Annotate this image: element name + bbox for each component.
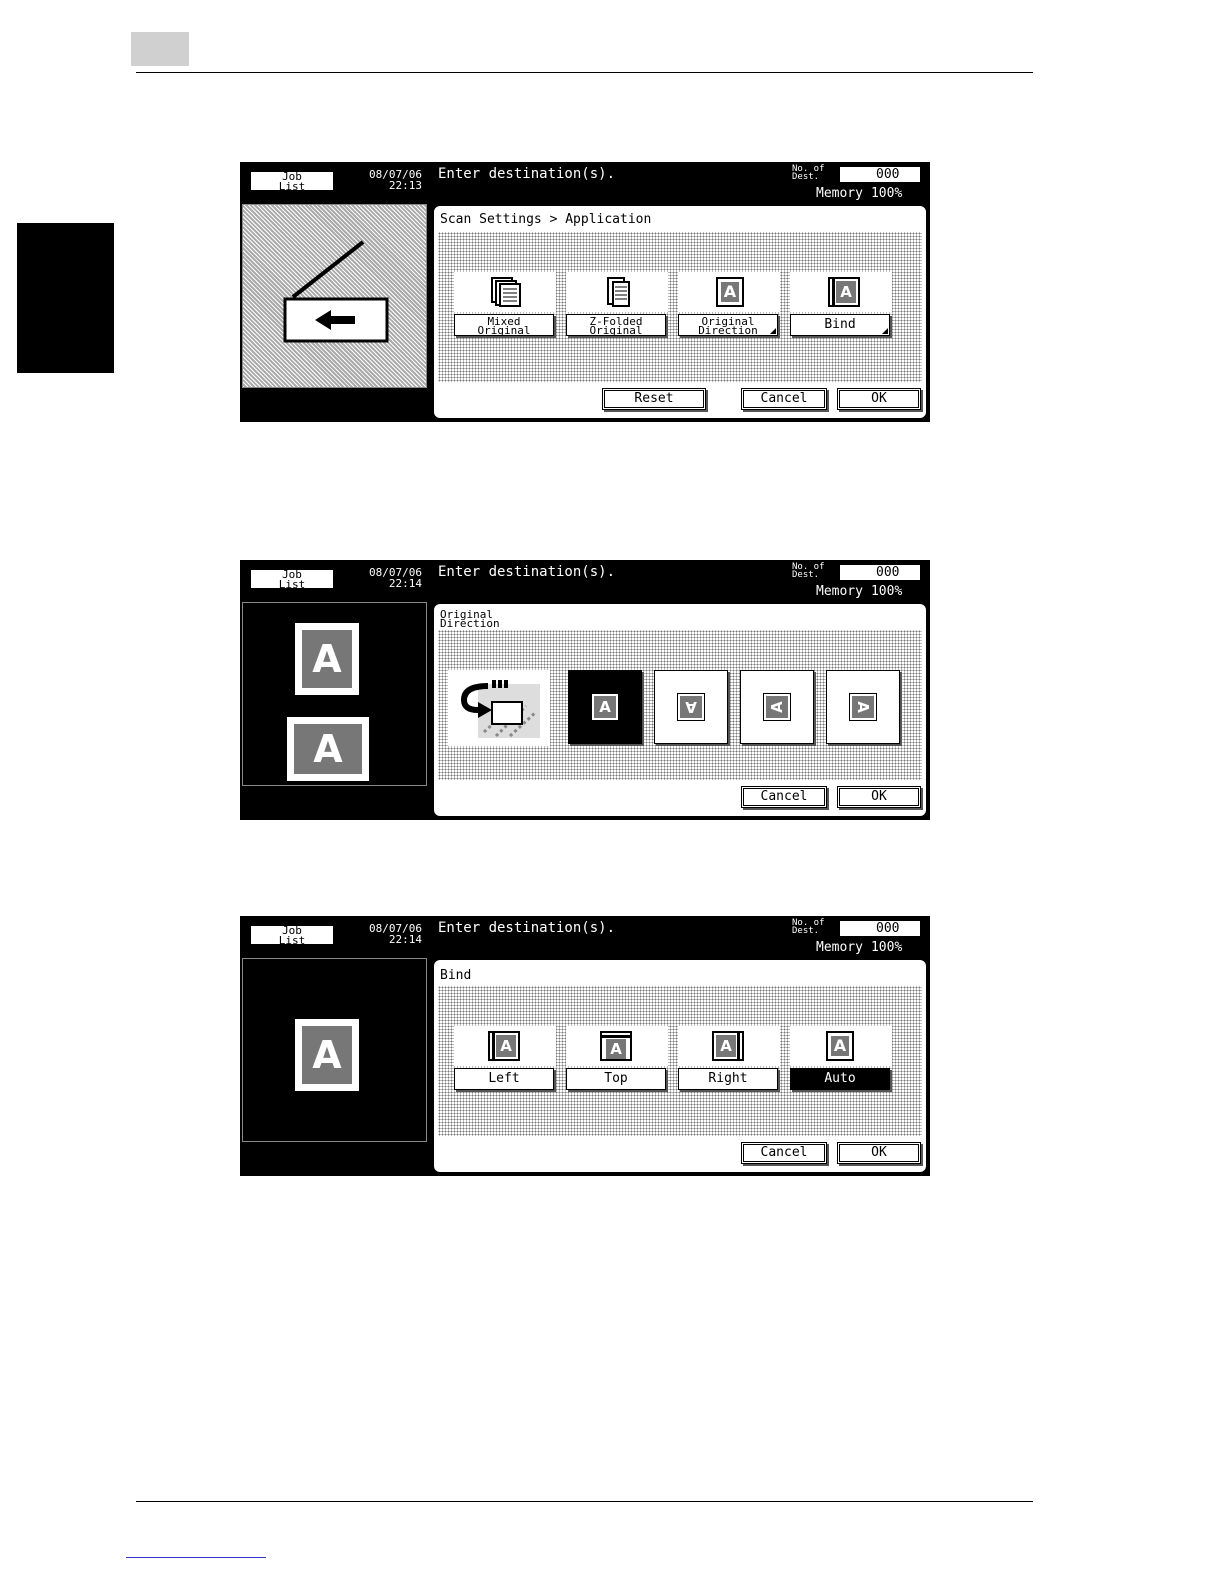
- preview-pane: A A: [242, 602, 427, 786]
- memory-label: Memory: [816, 940, 863, 955]
- footer-rule: [136, 1501, 1033, 1502]
- original-preview-landscape: A: [287, 717, 369, 781]
- direction-top-icon: A: [591, 693, 619, 721]
- placement-guide-icon: [460, 680, 540, 738]
- dest-count-value: 000: [840, 565, 920, 580]
- bind-left-icon: A: [454, 1026, 556, 1066]
- bind-tile[interactable]: A Bind: [790, 272, 892, 338]
- ok-button[interactable]: OK: [837, 786, 921, 808]
- memory-label: Memory: [816, 584, 863, 599]
- screen-bind: Job List 08/07/06 22:14 Enter destinatio…: [240, 916, 930, 1176]
- bind-auto-icon: A: [790, 1026, 892, 1066]
- preview-pane: A: [242, 958, 427, 1142]
- bind-left-tile[interactable]: A Left: [454, 1026, 556, 1092]
- reset-button[interactable]: Reset: [602, 388, 706, 410]
- memory-label: Memory: [816, 186, 863, 201]
- job-list-button[interactable]: Job List: [248, 169, 336, 193]
- z-folded-original-button[interactable]: Z-Folded Original: [566, 314, 666, 336]
- cancel-button[interactable]: Cancel: [741, 1142, 827, 1164]
- main-area: Original Direction A A A A Cancel OK: [432, 602, 928, 818]
- screen-title: Original Direction: [440, 608, 500, 630]
- mixed-original-tile[interactable]: Mixed Original: [454, 272, 556, 338]
- direction-left-icon: A: [763, 693, 791, 721]
- mixed-original-icon: [454, 272, 556, 312]
- original-direction-icon: A: [678, 272, 780, 312]
- screen-application: Job List 08/07/06 22:13 Enter destinatio…: [240, 162, 930, 422]
- press-back-illustration: [283, 240, 389, 343]
- dest-count-label: No. of Dest.: [792, 918, 825, 936]
- bind-left-button[interactable]: Left: [454, 1068, 554, 1090]
- direction-right-button[interactable]: A: [826, 670, 900, 744]
- bind-top-tile[interactable]: A Top: [566, 1026, 668, 1092]
- bind-right-tile[interactable]: A Right: [678, 1026, 780, 1092]
- ok-button[interactable]: OK: [837, 1142, 921, 1164]
- bind-auto-tile[interactable]: A Auto: [790, 1026, 892, 1092]
- z-folded-original-icon: [566, 272, 668, 312]
- memory-indicator: Memory 100%: [816, 186, 902, 201]
- bind-button[interactable]: Bind: [790, 314, 890, 336]
- dest-count-label: No. of Dest.: [792, 562, 825, 580]
- main-area: Bind A Left A Top A Right A Auto Cancel …: [432, 958, 928, 1174]
- direction-bottom-button[interactable]: A: [654, 670, 728, 744]
- date-time: 08/07/06 22:14: [369, 566, 422, 590]
- function-grid: Mixed Original Z-Folded Original A Origi…: [438, 232, 922, 382]
- original-preview-portrait: A: [295, 623, 359, 695]
- direction-bottom-icon: A: [677, 693, 705, 721]
- job-list-button[interactable]: Job List: [248, 923, 336, 947]
- original-direction-button[interactable]: Original Direction: [678, 314, 778, 336]
- direction-grid: A A A A: [438, 630, 922, 780]
- help-illustration-pane: [242, 204, 427, 388]
- bind-preview: A: [295, 1019, 359, 1091]
- job-list-button[interactable]: Job List: [248, 567, 336, 591]
- date-time: 08/07/06 22:14: [369, 922, 422, 946]
- cancel-button[interactable]: Cancel: [741, 388, 827, 410]
- bind-grid: A Left A Top A Right A Auto: [438, 986, 922, 1136]
- cancel-button[interactable]: Cancel: [741, 786, 827, 808]
- chapter-number-box: [131, 32, 189, 66]
- memory-value: 100%: [870, 584, 903, 599]
- bind-right-button[interactable]: Right: [678, 1068, 778, 1090]
- direction-top-button[interactable]: A: [568, 670, 642, 744]
- ok-button[interactable]: OK: [837, 388, 921, 410]
- status-message: Enter destination(s).: [438, 564, 616, 580]
- z-folded-original-tile[interactable]: Z-Folded Original: [566, 272, 668, 338]
- bind-top-button[interactable]: Top: [566, 1068, 666, 1090]
- status-message: Enter destination(s).: [438, 166, 616, 182]
- submenu-indicator-icon: [882, 328, 888, 334]
- dest-count-value: 000: [840, 921, 920, 936]
- bind-icon: A: [790, 272, 892, 312]
- memory-indicator: Memory 100%: [816, 584, 902, 599]
- submenu-indicator-icon: [770, 328, 776, 334]
- date-time: 08/07/06 22:13: [369, 168, 422, 192]
- dest-count-label: No. of Dest.: [792, 164, 825, 182]
- original-preview-glyph: A: [302, 630, 352, 688]
- direction-left-button[interactable]: A: [740, 670, 814, 744]
- breadcrumb: Scan Settings > Application: [440, 212, 652, 227]
- chapter-side-tab: [17, 223, 114, 373]
- dest-count-value: 000: [840, 167, 920, 182]
- bind-top-icon: A: [566, 1026, 668, 1066]
- placement-guide-illustration: [448, 670, 550, 746]
- bind-preview-glyph: A: [302, 1026, 352, 1084]
- mixed-original-button[interactable]: Mixed Original: [454, 314, 554, 336]
- screen-title: Bind: [440, 968, 472, 983]
- original-preview-glyph: A: [294, 724, 362, 774]
- status-message: Enter destination(s).: [438, 920, 616, 936]
- header-rule: [136, 72, 1033, 73]
- footer-link-underline: [126, 1557, 266, 1558]
- memory-value: 100%: [870, 940, 903, 955]
- memory-value: 100%: [870, 186, 903, 201]
- original-direction-tile[interactable]: A Original Direction: [678, 272, 780, 338]
- bind-auto-button[interactable]: Auto: [790, 1068, 890, 1090]
- screen-original-direction: Job List 08/07/06 22:14 Enter destinatio…: [240, 560, 930, 820]
- bind-right-icon: A: [678, 1026, 780, 1066]
- main-area: Scan Settings > Application Mixed Origin…: [432, 204, 928, 420]
- memory-indicator: Memory 100%: [816, 940, 902, 955]
- direction-right-icon: A: [849, 693, 877, 721]
